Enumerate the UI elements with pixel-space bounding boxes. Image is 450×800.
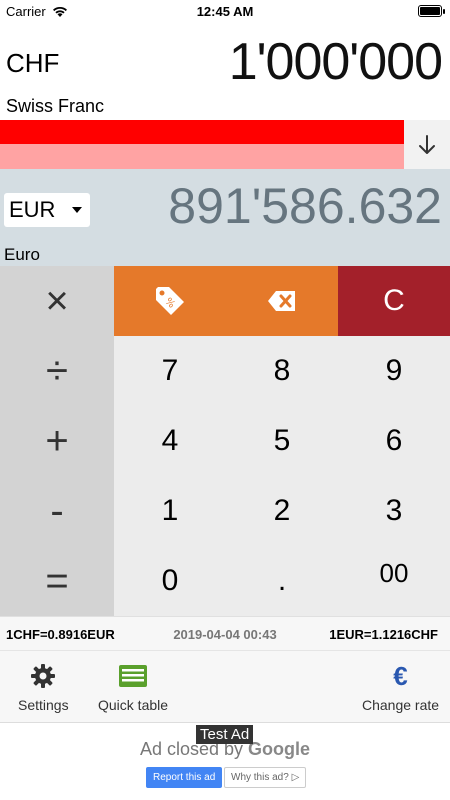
status-bar: Carrier 12:45 AM — [0, 0, 450, 22]
key-2[interactable]: 2 — [226, 476, 338, 546]
backspace-icon — [268, 291, 295, 311]
source-amount: 1'000'000 — [228, 33, 443, 91]
settings-label: Settings — [18, 697, 69, 713]
target-currency-name: Euro — [4, 245, 40, 264]
key-8[interactable]: 8 — [226, 336, 338, 406]
plus-button[interactable]: + — [0, 406, 114, 476]
settings-button[interactable]: Settings — [18, 661, 69, 713]
clear-button[interactable]: C — [338, 266, 450, 336]
ad-banner: Ad closed by Google Test Ad Report this … — [0, 722, 450, 800]
quick-table-label: Quick table — [98, 697, 169, 713]
key-double-zero[interactable]: 00 — [338, 538, 450, 608]
equals-button[interactable]: = — [0, 546, 114, 616]
report-ad-button[interactable]: Report this ad — [146, 767, 223, 788]
multiply-button[interactable]: × — [0, 266, 114, 336]
target-amount: 891'586.632 — [168, 178, 442, 234]
target-currency-code: EUR — [9, 197, 56, 222]
key-decimal[interactable]: . — [226, 546, 338, 616]
swap-button[interactable] — [404, 120, 450, 169]
keypad: × ÷ + - = % C 7 8 9 4 5 6 1 2 3 0 . 00 — [0, 266, 450, 616]
quick-table-button[interactable]: Quick table — [98, 661, 168, 713]
status-time: 12:45 AM — [196, 4, 254, 19]
key-4[interactable]: 4 — [114, 406, 226, 476]
key-5[interactable]: 5 — [226, 406, 338, 476]
euro-icon: € — [393, 660, 408, 691]
minus-button[interactable]: - — [0, 476, 114, 546]
ad-closed-brand: Google — [248, 739, 311, 759]
source-flag-bar-bottom — [0, 144, 404, 169]
table-icon — [119, 665, 148, 687]
key-7[interactable]: 7 — [114, 336, 226, 406]
bottom-toolbar: Settings Quick table € Change rate — [0, 650, 450, 722]
backspace-button[interactable] — [226, 266, 338, 336]
target-currency-panel: EUR 891'586.632 Euro — [0, 169, 450, 266]
key-9[interactable]: 9 — [338, 336, 450, 406]
arrow-down-icon — [419, 134, 435, 154]
source-currency-code[interactable]: CHF — [6, 48, 59, 79]
key-6[interactable]: 6 — [338, 406, 450, 476]
source-flag-bar-top — [0, 120, 404, 144]
battery-icon — [418, 5, 445, 17]
source-currency-panel[interactable]: CHF 1'000'000 Swiss Franc — [0, 22, 450, 120]
gear-icon — [31, 664, 56, 688]
source-currency-name: Swiss Franc — [6, 96, 105, 116]
test-ad-label: Test Ad — [196, 725, 254, 744]
exchange-rate-bar: 1CHF=0.8916EUR 2019-04-04 00:43 1EUR=1.1… — [0, 616, 450, 650]
key-1[interactable]: 1 — [114, 476, 226, 546]
key-0[interactable]: 0 — [114, 546, 226, 616]
chevron-down-icon — [72, 207, 82, 213]
discount-button[interactable]: % — [114, 266, 226, 336]
key-3[interactable]: 3 — [338, 476, 450, 546]
why-this-ad-button[interactable]: Why this ad? ▷ — [224, 767, 307, 788]
price-tag-icon: % — [156, 287, 184, 315]
divide-button[interactable]: ÷ — [0, 336, 114, 406]
ad-content: Ad closed by Google Test Ad Report this … — [60, 723, 390, 800]
rate-target-to-source: 1EUR=1.1216CHF — [329, 627, 438, 642]
change-rate-button[interactable]: € Change rate — [362, 660, 440, 714]
target-currency-select[interactable]: EUR — [4, 193, 90, 227]
change-rate-label: Change rate — [362, 697, 440, 713]
